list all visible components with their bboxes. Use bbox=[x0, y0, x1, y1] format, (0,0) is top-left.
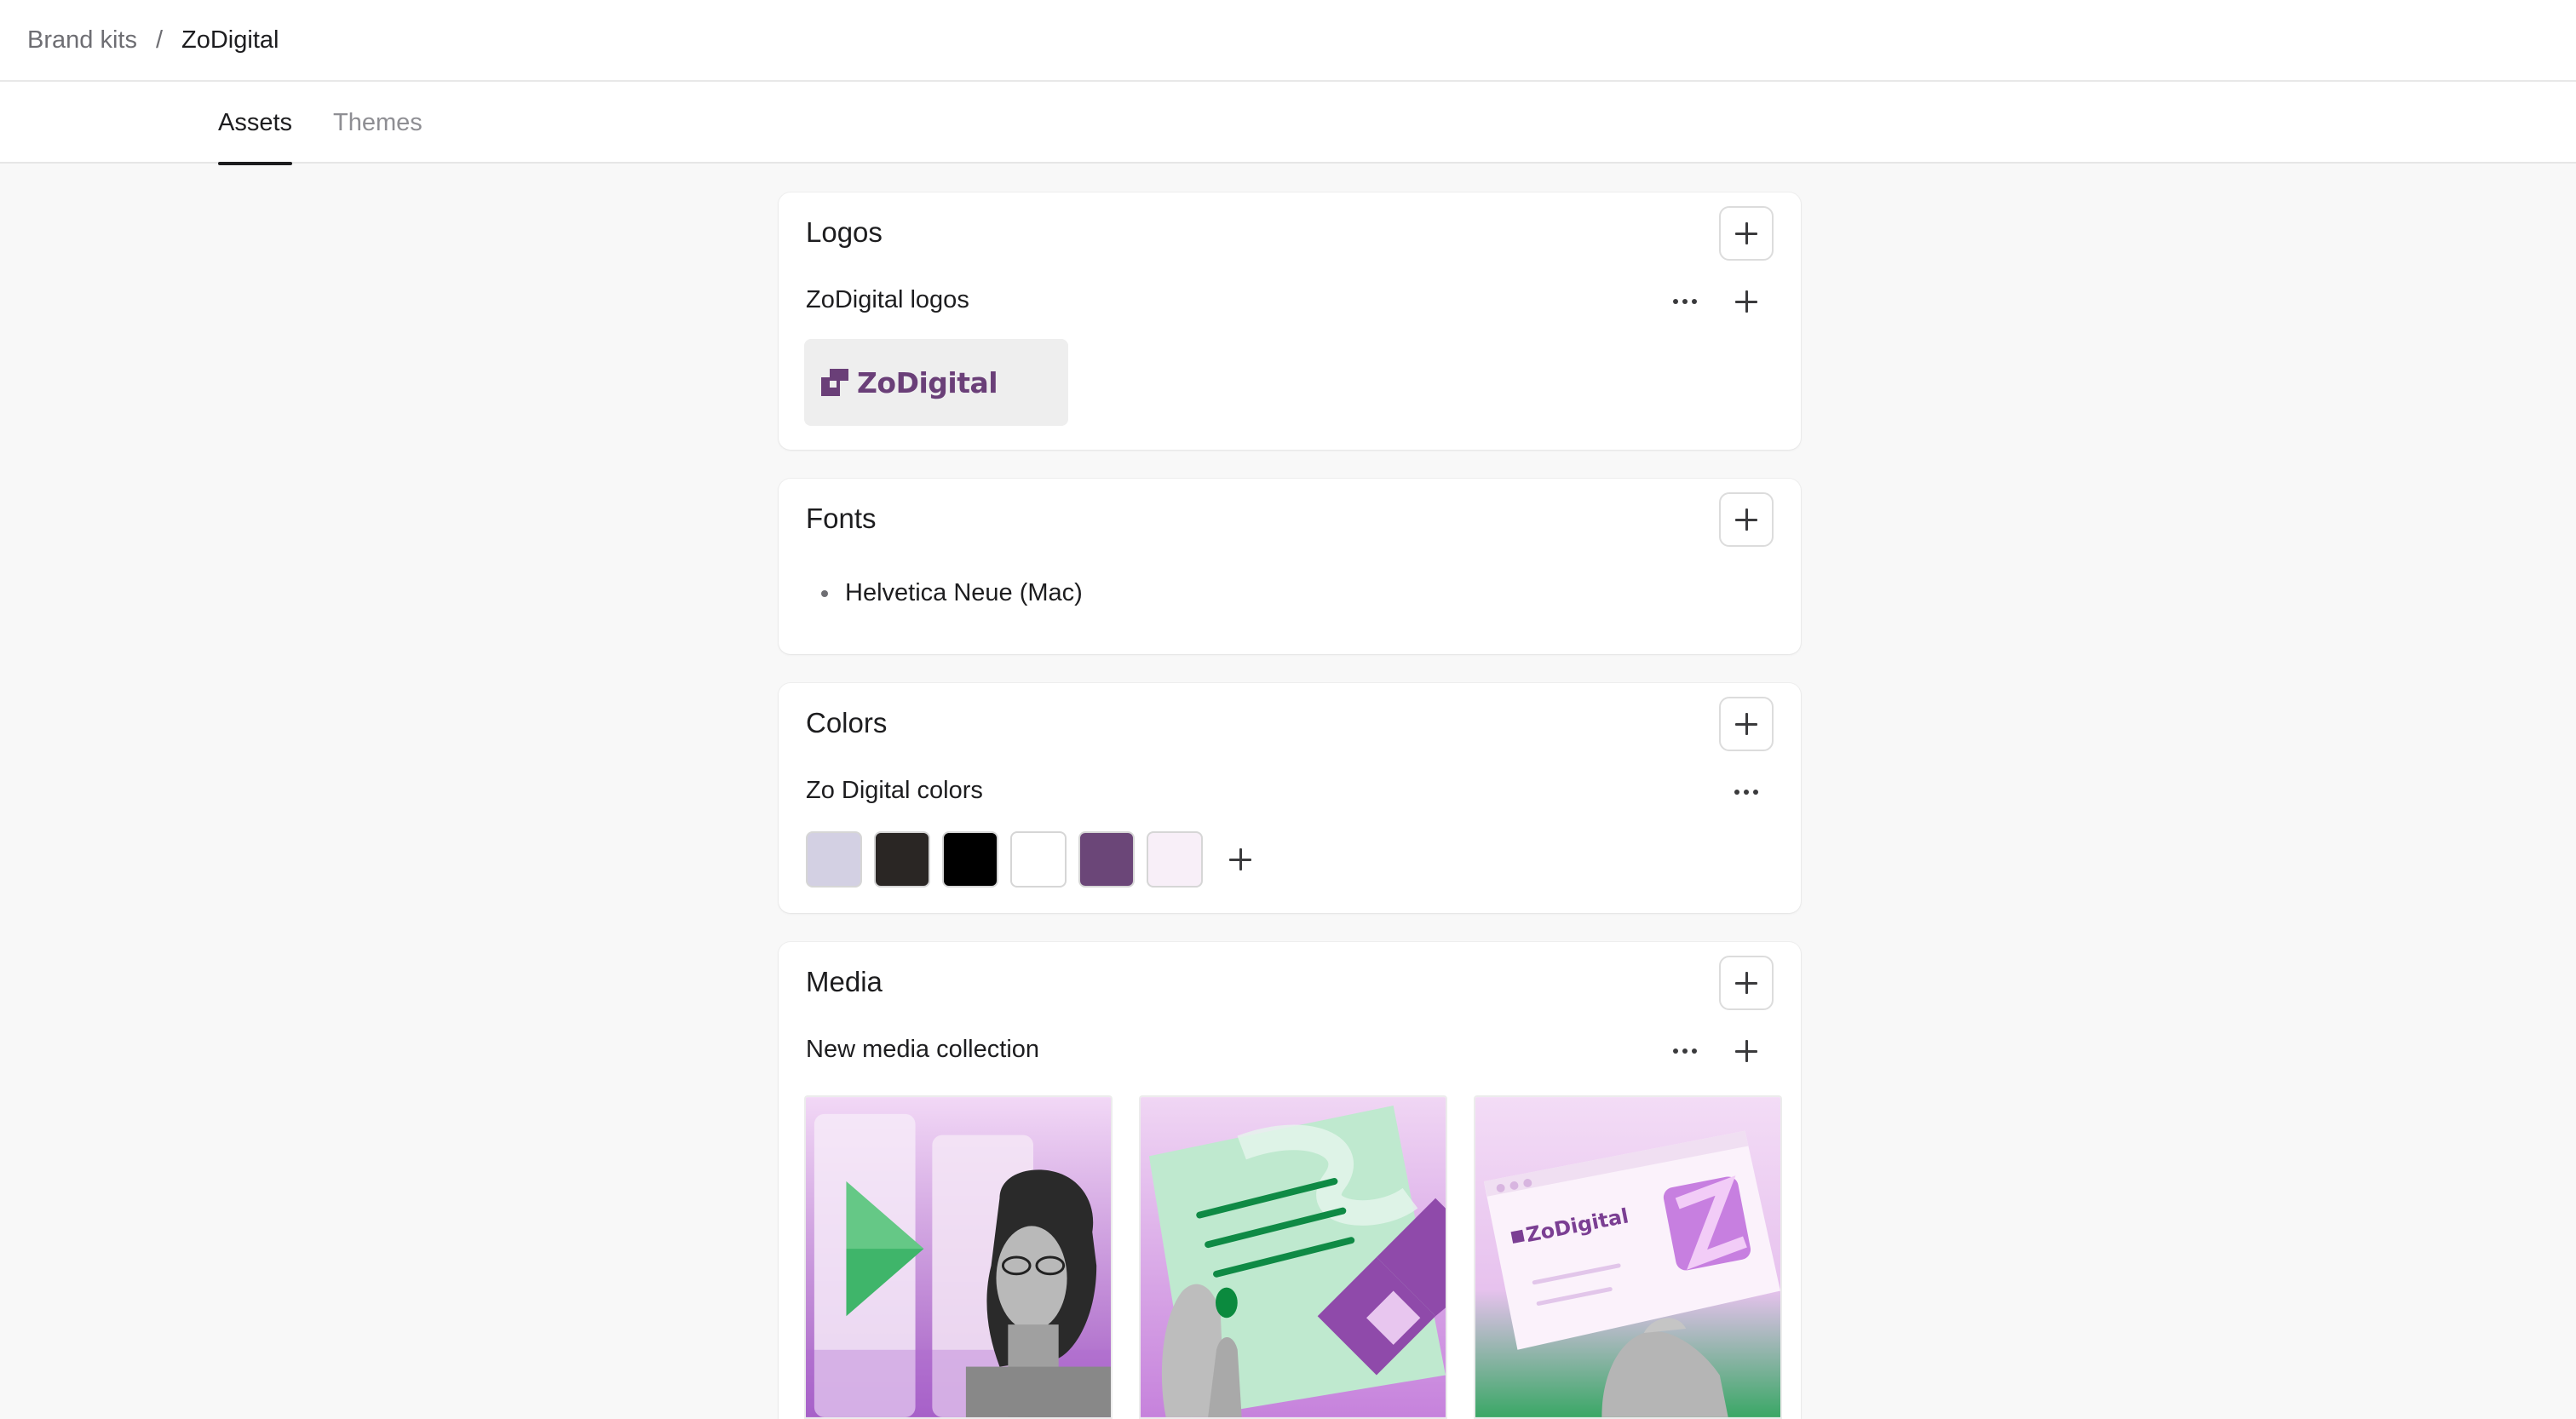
plus-icon bbox=[1735, 508, 1757, 531]
plus-icon bbox=[1229, 848, 1251, 870]
tab-themes[interactable]: Themes bbox=[333, 82, 423, 164]
color-swatch[interactable] bbox=[942, 831, 998, 888]
color-palette-name: Zo Digital colors bbox=[806, 777, 983, 804]
add-media-button[interactable] bbox=[1726, 1031, 1767, 1071]
tab-bar: Assets Themes bbox=[0, 82, 2576, 165]
fonts-card: Fonts Helvetica Neue (Mac) bbox=[779, 479, 1801, 654]
media-card: Media New media collection ZoDigital bbox=[779, 942, 1801, 1419]
color-swatch[interactable] bbox=[806, 831, 862, 888]
media-collection-more-button[interactable] bbox=[1665, 1031, 1705, 1071]
media-tile[interactable]: ZoDigital bbox=[1474, 1095, 1782, 1419]
color-swatch[interactable] bbox=[874, 831, 930, 888]
color-swatch[interactable] bbox=[1010, 831, 1067, 888]
zodigital-logo-mark-icon bbox=[821, 369, 848, 396]
font-list-item[interactable]: Helvetica Neue (Mac) bbox=[821, 579, 1083, 607]
media-collection-name: New media collection bbox=[806, 1036, 1040, 1063]
color-swatch[interactable] bbox=[1078, 831, 1135, 888]
breadcrumb-current: ZoDigital bbox=[181, 26, 279, 54]
plus-icon bbox=[1735, 1040, 1757, 1062]
breadcrumb-parent-link[interactable]: Brand kits bbox=[27, 26, 137, 55]
more-icon bbox=[1673, 1048, 1697, 1054]
media-tile[interactable] bbox=[1139, 1095, 1447, 1419]
logo-thumbnail[interactable]: ZoDigital bbox=[804, 339, 1068, 426]
logo-wordmark: ZoDigital bbox=[857, 365, 998, 399]
plus-icon bbox=[1735, 222, 1757, 244]
color-swatch[interactable] bbox=[1147, 831, 1203, 888]
add-media-collection-button[interactable] bbox=[1719, 956, 1774, 1010]
top-bar: Brand kits / ZoDigital bbox=[0, 0, 2576, 82]
media-tile[interactable] bbox=[804, 1095, 1113, 1419]
more-icon bbox=[1673, 299, 1697, 304]
add-font-button[interactable] bbox=[1719, 492, 1774, 547]
media-title: Media bbox=[806, 966, 883, 997]
colors-title: Colors bbox=[806, 707, 888, 738]
color-palette-more-button[interactable] bbox=[1726, 772, 1767, 813]
plus-icon bbox=[1735, 972, 1757, 994]
font-name: Helvetica Neue (Mac) bbox=[845, 579, 1083, 606]
colors-card: Colors Zo Digital colors bbox=[779, 683, 1801, 913]
play-portrait-image bbox=[806, 1097, 1111, 1417]
add-logo-collection-button[interactable] bbox=[1719, 206, 1774, 261]
logos-card: Logos ZoDigital logos ZoDigital bbox=[779, 192, 1801, 450]
breadcrumb-separator: / bbox=[155, 26, 164, 54]
tab-assets[interactable]: Assets bbox=[218, 82, 293, 165]
plus-icon bbox=[1735, 290, 1757, 313]
logo-collection-name: ZoDigital logos bbox=[806, 286, 969, 313]
more-icon bbox=[1734, 790, 1758, 795]
document-hand-image bbox=[1141, 1097, 1446, 1417]
add-color-palette-button[interactable] bbox=[1719, 697, 1774, 751]
bullet-icon bbox=[821, 589, 828, 597]
logos-title: Logos bbox=[806, 216, 883, 248]
logo-collection-more-button[interactable] bbox=[1665, 281, 1705, 322]
fonts-title: Fonts bbox=[806, 503, 877, 534]
plus-icon bbox=[1735, 713, 1757, 735]
add-logo-button[interactable] bbox=[1726, 281, 1767, 322]
browser-card-image: ZoDigital bbox=[1475, 1097, 1780, 1417]
add-color-button[interactable] bbox=[1220, 839, 1261, 880]
